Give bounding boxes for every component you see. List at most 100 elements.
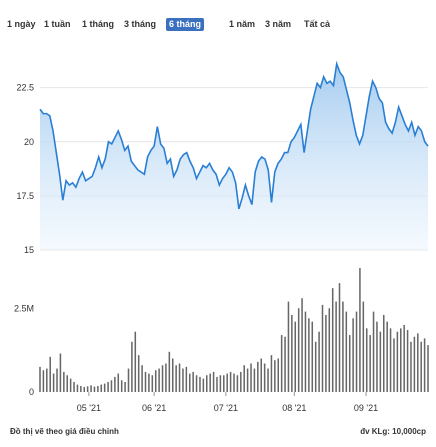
volume-bar <box>219 375 222 392</box>
volume-bar <box>103 383 106 393</box>
volume-bar <box>236 375 239 392</box>
volume-bar <box>321 304 324 392</box>
volume-bar <box>345 311 348 392</box>
x-tick-label: 05 '21 <box>77 403 101 413</box>
volume-bar <box>73 381 75 392</box>
volume-bar <box>308 318 310 392</box>
volume-bar <box>270 355 273 392</box>
volume-bar <box>114 376 116 392</box>
volume-bar <box>223 375 225 392</box>
volume-bar <box>263 363 266 392</box>
volume-bar <box>267 368 269 392</box>
volume-bar <box>413 336 416 392</box>
volume-bar <box>158 368 160 392</box>
volume-bar <box>107 381 109 392</box>
volume-bar <box>165 363 167 392</box>
volume-bar <box>86 386 89 392</box>
x-tick-label: 06 '21 <box>142 403 166 413</box>
volume-bar <box>348 335 351 392</box>
volume-bar <box>42 370 45 392</box>
volume-bar <box>406 330 409 392</box>
price-y-axis: 15 17.5 20 22.5 <box>16 83 34 255</box>
volume-bar <box>297 308 300 392</box>
volume-bar <box>56 368 58 392</box>
volume-y-axis: 0 2.5M <box>14 303 34 397</box>
volume-bar <box>379 331 382 392</box>
volume-bar <box>335 301 337 392</box>
volume-bar <box>93 386 96 392</box>
volume-bar <box>403 325 405 392</box>
date-x-axis: 05 '21 06 '21 07 '21 08 '21 09 '21 <box>77 392 378 413</box>
volume-bar <box>331 288 334 392</box>
volume-bar <box>311 321 314 392</box>
x-tick-label: 09 '21 <box>354 403 378 413</box>
volume-tick-label: 0 <box>29 387 34 397</box>
volume-bar <box>253 368 256 392</box>
volume-bar <box>423 338 426 392</box>
volume-bar <box>250 363 252 392</box>
volume-bar <box>182 368 184 392</box>
volume-bar <box>314 341 317 392</box>
volume-bar <box>260 358 262 392</box>
volume-bar <box>83 386 86 392</box>
volume-bar <box>90 385 92 392</box>
volume-bar <box>427 345 429 392</box>
volume-bar <box>124 381 126 392</box>
volume-bar <box>240 371 242 392</box>
price-tick-label: 17.5 <box>16 191 34 201</box>
volume-bar <box>359 268 361 392</box>
volume-unit-note: đv KLg: 10,000cp <box>360 427 426 436</box>
volume-bar <box>410 341 412 392</box>
volume-bar <box>294 321 297 392</box>
volume-bar <box>355 311 358 392</box>
volume-tick-label: 2.5M <box>14 303 34 313</box>
volume-bar <box>175 365 177 392</box>
adjusted-price-note: Đồ thị vẽ theo giá điều chỉnh <box>10 427 119 436</box>
volume-bar <box>171 358 174 392</box>
volume-bar <box>216 376 218 392</box>
volume-bar <box>277 358 280 392</box>
x-tick-label: 07 '21 <box>214 403 238 413</box>
volume-bar <box>400 328 402 392</box>
volume-bar <box>352 318 354 392</box>
volume-bar <box>134 331 137 392</box>
volume-bar <box>137 355 140 392</box>
volume-bar <box>246 368 249 392</box>
volume-bar <box>280 335 283 392</box>
volume-bar <box>66 375 68 392</box>
volume-bar <box>69 378 72 392</box>
volume-bars <box>39 268 429 393</box>
volume-bar <box>131 341 133 392</box>
volume-bar <box>110 380 113 392</box>
volume-bar <box>369 335 371 392</box>
volume-bar <box>243 365 245 392</box>
volume-bar <box>342 301 344 392</box>
volume-bar <box>393 338 395 392</box>
volume-bar <box>304 311 307 392</box>
volume-bar <box>338 283 341 393</box>
volume-bar <box>144 371 147 392</box>
volume-bar <box>117 373 120 392</box>
volume-bar <box>161 365 164 392</box>
volume-bar <box>148 373 150 392</box>
volume-bar <box>100 384 103 392</box>
volume-bar <box>76 384 79 392</box>
volume-bar <box>189 373 191 392</box>
volume-bar <box>372 311 375 392</box>
volume-bar <box>202 378 205 392</box>
volume-bar <box>192 371 194 392</box>
volume-bar <box>301 298 303 392</box>
volume-bar <box>185 366 188 393</box>
volume-bar <box>52 373 55 392</box>
volume-bar <box>325 314 327 392</box>
volume-bar <box>318 331 320 392</box>
volume-bar <box>46 368 48 392</box>
volume-bar <box>362 301 365 392</box>
volume-bar <box>151 375 154 392</box>
volume-bar <box>396 331 399 392</box>
volume-bar <box>229 371 232 392</box>
volume-bar <box>120 380 123 392</box>
volume-bar <box>417 333 419 393</box>
volume-bar <box>154 370 157 392</box>
volume-bar <box>284 336 286 392</box>
